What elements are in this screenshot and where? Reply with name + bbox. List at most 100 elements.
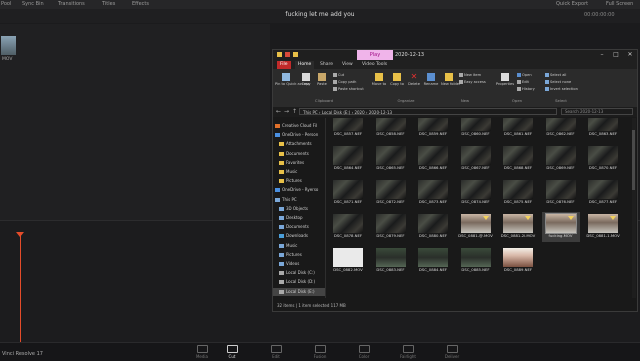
play-contextual-tab[interactable]: Play bbox=[357, 50, 393, 60]
playhead-marker-icon[interactable] bbox=[16, 232, 24, 237]
address-bar[interactable]: This PC › Local Disk (E:) › 2020 › 2020-… bbox=[299, 108, 557, 115]
file-item[interactable]: fucking.MOV bbox=[541, 212, 580, 242]
nav-item[interactable]: Music bbox=[273, 168, 325, 176]
file-item[interactable]: DSC_0864.NEF bbox=[329, 144, 367, 174]
file-item[interactable]: DSC_0863.NEF bbox=[584, 118, 622, 140]
file-item[interactable]: DSC_0861.NEF bbox=[499, 118, 537, 140]
search-input[interactable]: Search 2020-12-13 bbox=[561, 108, 633, 115]
file-item[interactable]: DSC_0866.NEF bbox=[414, 144, 452, 174]
nav-item[interactable]: This PC bbox=[273, 196, 325, 204]
page-tab-media[interactable]: Media bbox=[190, 343, 214, 359]
page-tab-fairlight[interactable]: Fairlight bbox=[396, 343, 420, 359]
file-item[interactable]: DSC_0862.NEF bbox=[542, 118, 580, 140]
edit-button[interactable]: Edit bbox=[517, 80, 529, 84]
history-button[interactable]: History bbox=[517, 87, 535, 91]
rename-button[interactable]: Rename bbox=[423, 73, 439, 86]
file-item[interactable]: DSC_0884.NEF bbox=[414, 246, 452, 276]
file-item[interactable]: DSC_0879.NEF bbox=[372, 212, 410, 242]
page-tab-edit[interactable]: Edit bbox=[264, 343, 288, 359]
fullscreen-button[interactable]: Full Screen bbox=[606, 1, 633, 7]
titles-tab[interactable]: Titles bbox=[102, 1, 115, 7]
tab-view[interactable]: View bbox=[339, 61, 356, 69]
up-arrow-icon[interactable]: ↑ bbox=[292, 108, 297, 115]
nav-item[interactable]: Local Disk (E:) bbox=[273, 287, 325, 296]
forward-arrow-icon[interactable]: → bbox=[284, 108, 289, 115]
file-item[interactable]: DSC_0876.NEF bbox=[542, 178, 580, 208]
breadcrumb-this-pc[interactable]: This PC bbox=[303, 110, 318, 115]
page-tab-fusion[interactable]: Fusion bbox=[308, 343, 332, 359]
copy-to-button[interactable]: Copy to bbox=[389, 73, 405, 86]
tab-video-tools[interactable]: Video Tools bbox=[359, 61, 390, 69]
file-item[interactable]: DSC_0878.NEF bbox=[329, 212, 367, 242]
nav-item[interactable]: Documents bbox=[273, 223, 325, 231]
file-item[interactable]: DSC_0858.NEF bbox=[372, 118, 410, 140]
copy-path-button[interactable]: Copy path bbox=[333, 80, 356, 84]
cut-button[interactable]: Cut bbox=[333, 73, 344, 77]
file-item[interactable]: DSC_0869.NEF bbox=[542, 144, 580, 174]
timeline-playhead[interactable] bbox=[20, 232, 21, 342]
file-item[interactable]: DSC_0883.NEF bbox=[372, 246, 410, 276]
nav-item[interactable]: Music bbox=[273, 242, 325, 250]
save-icon[interactable] bbox=[285, 52, 290, 57]
file-item[interactable]: DSC_0874.NEF bbox=[457, 178, 495, 208]
sync-bin-tab[interactable]: Sync Bin bbox=[22, 1, 44, 7]
tab-home[interactable]: Home bbox=[295, 61, 315, 69]
file-item[interactable]: DSC_0865.NEF bbox=[372, 144, 410, 174]
file-item[interactable]: DSC_0871.NEF bbox=[329, 178, 367, 208]
effects-tab[interactable]: Effects bbox=[132, 1, 149, 7]
nav-item[interactable]: Pictures bbox=[273, 251, 325, 259]
back-arrow-icon[interactable]: ← bbox=[276, 108, 281, 115]
nav-item[interactable]: Local Disk (D:) bbox=[273, 278, 325, 286]
transitions-tab[interactable]: Transitions bbox=[58, 1, 85, 7]
new-item-button[interactable]: New item bbox=[459, 73, 481, 77]
nav-item[interactable]: OneDrive - Person bbox=[273, 131, 325, 139]
select-all-button[interactable]: Select all bbox=[545, 73, 566, 77]
properties-button[interactable]: Properties bbox=[495, 73, 515, 86]
file-item[interactable]: DSC_0860.NEF bbox=[457, 118, 495, 140]
page-tab-color[interactable]: Color bbox=[352, 343, 376, 359]
file-item[interactable]: DSC_0870.NEF bbox=[584, 144, 622, 174]
file-item[interactable]: DSC_0857.NEF bbox=[329, 118, 367, 140]
nav-item[interactable]: Desktop bbox=[273, 214, 325, 222]
media-clip-thumbnail[interactable] bbox=[1, 36, 16, 55]
open-button[interactable]: Open bbox=[517, 73, 532, 77]
nav-item[interactable]: Local Disk (C:) bbox=[273, 269, 325, 277]
media-pool-tab[interactable]: Pool bbox=[1, 1, 11, 7]
file-item[interactable]: DSC_0889.NEF bbox=[499, 246, 537, 276]
file-item[interactable]: DSC_0881-2l.MOV bbox=[499, 212, 537, 242]
paste-button[interactable]: Paste bbox=[315, 73, 329, 86]
nav-item[interactable]: Downloads bbox=[273, 232, 325, 240]
invert-selection-button[interactable]: Invert selection bbox=[545, 87, 578, 91]
breadcrumb-local-disk[interactable]: Local Disk (E:) bbox=[322, 110, 351, 115]
tab-share[interactable]: Share bbox=[317, 61, 336, 69]
quick-export-button[interactable]: Quick Export bbox=[556, 1, 588, 7]
close-button[interactable]: ✕ bbox=[623, 50, 637, 60]
file-item[interactable]: DSC_0873.NEF bbox=[414, 178, 452, 208]
pin-quick-access-button[interactable]: Pin to Quick access bbox=[275, 73, 310, 86]
nav-item[interactable]: 3D Objects bbox=[273, 205, 325, 213]
copy-button[interactable]: Copy bbox=[299, 73, 313, 86]
maximize-button[interactable]: □ bbox=[609, 50, 623, 60]
delete-button[interactable]: ✕ Delete bbox=[407, 73, 421, 87]
file-item[interactable]: DSC_0872.NEF bbox=[372, 178, 410, 208]
breadcrumb-year[interactable]: 2020 bbox=[354, 110, 364, 115]
nav-item[interactable]: Creative Cloud Fil bbox=[273, 122, 325, 130]
minimize-button[interactable]: – bbox=[595, 50, 609, 60]
page-tab-deliver[interactable]: Deliver bbox=[440, 343, 464, 359]
easy-access-button[interactable]: Easy access bbox=[459, 80, 486, 84]
file-item[interactable]: DSC_0885.NEF bbox=[457, 246, 495, 276]
file-item[interactable]: DSC_0881-@.MOV bbox=[457, 212, 495, 242]
nav-item[interactable]: Pictures bbox=[273, 177, 325, 185]
file-item[interactable]: DSC_0868.NEF bbox=[499, 144, 537, 174]
nav-item[interactable]: Favorites bbox=[273, 159, 325, 167]
explorer-titlebar[interactable]: Play 2020-12-13 – □ ✕ bbox=[273, 50, 637, 60]
tab-file[interactable]: File bbox=[277, 61, 291, 69]
nav-item[interactable]: Documents bbox=[273, 150, 325, 158]
move-to-button[interactable]: Move to bbox=[371, 73, 387, 86]
page-tab-cut[interactable]: Cut bbox=[220, 343, 244, 359]
file-item[interactable]: DSC_0875.NEF bbox=[499, 178, 537, 208]
nav-item[interactable]: Attachments bbox=[273, 140, 325, 148]
new-folder-button[interactable]: New folder bbox=[441, 73, 460, 86]
paste-shortcut-button[interactable]: Paste shortcut bbox=[333, 87, 364, 91]
select-none-button[interactable]: Select none bbox=[545, 80, 571, 84]
